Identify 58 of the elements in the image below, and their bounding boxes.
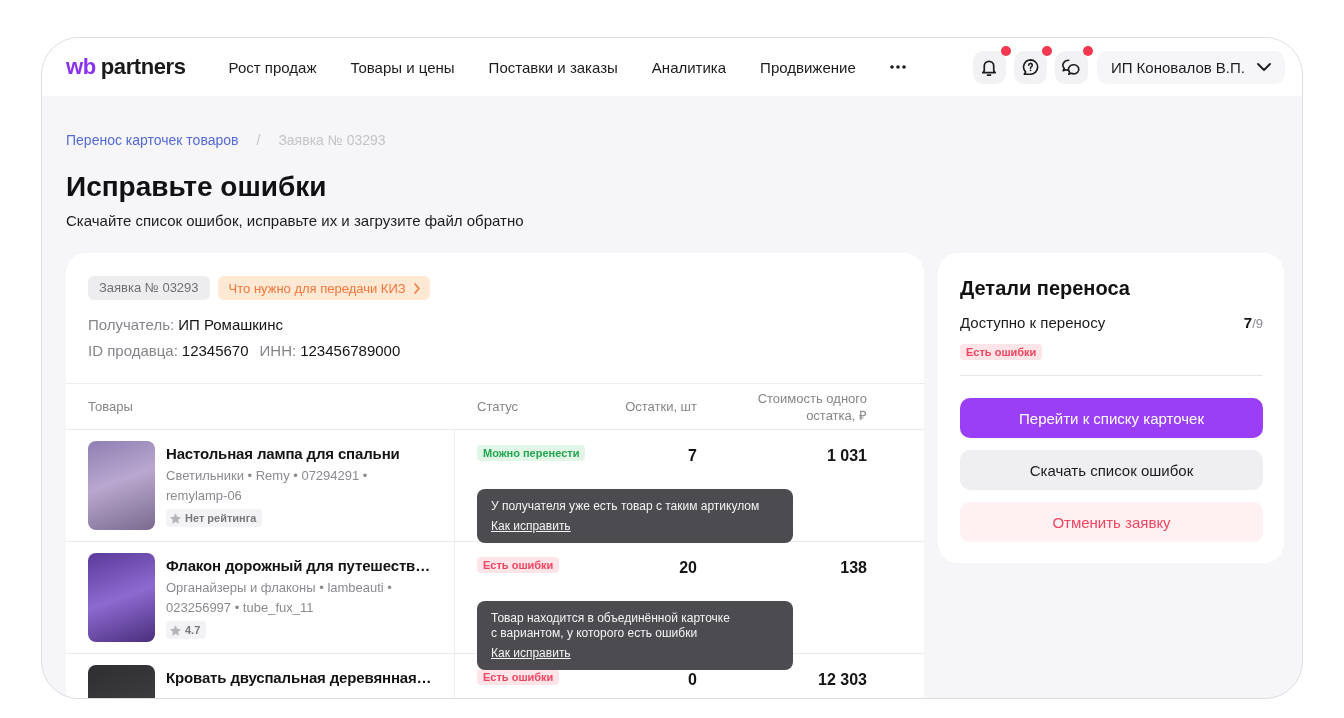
breadcrumb-separator: / xyxy=(256,131,261,150)
nav-link[interactable]: Поставки и заказы xyxy=(488,58,618,76)
available-count: 7/9 xyxy=(1243,313,1263,333)
product-title[interactable]: Настольная лампа для спальни xyxy=(166,444,400,464)
secondary-button[interactable]: Скачать список ошибок xyxy=(960,450,1263,490)
column-header: Остатки, шт xyxy=(625,398,697,415)
nav-link[interactable]: Аналитика xyxy=(651,58,727,76)
field-label: ИНН: xyxy=(259,341,297,361)
field-label: ID продавца: xyxy=(88,341,178,361)
product-meta: Светильники • Remy • 07294291 • remylamp-06 xyxy=(166,467,368,505)
notifications-button[interactable] xyxy=(972,50,1006,84)
star-icon xyxy=(170,512,181,524)
price-value: 138 xyxy=(840,559,867,576)
account-button[interactable]: ИП Коновалов В.П. xyxy=(1096,50,1285,84)
logo-link[interactable]: wb partners xyxy=(66,54,186,80)
tooltip-text: У получателя уже есть товар с таким артикулом xyxy=(491,499,760,514)
rating-text: Нет рейтинга xyxy=(185,512,257,524)
tooltip-text: Товар находится в объединённой карточке с вариантом, у которого есть ошибки xyxy=(491,611,730,641)
field-label: Получатель: xyxy=(88,315,175,335)
breadcrumb-link[interactable]: Перенос карточек товаров xyxy=(66,130,239,150)
bell-icon xyxy=(981,58,998,76)
stock-value: 0 xyxy=(688,671,697,688)
field-value: 12345670 xyxy=(181,341,249,361)
status-badge: Есть ошибки xyxy=(477,557,560,573)
question-bubble-icon xyxy=(1021,58,1039,76)
more-icon[interactable] xyxy=(889,65,906,69)
field-value: 123456789000 xyxy=(300,341,401,361)
column-header: Стоимость одного остатка, ₽ xyxy=(756,389,867,424)
available-label: Доступно к переносу xyxy=(960,313,1106,333)
stock-value: 20 xyxy=(679,559,697,576)
chevron-right-icon xyxy=(413,282,420,294)
fix-link[interactable]: Как исправить xyxy=(491,646,571,661)
request-number-tag: Заявка № 03293 xyxy=(88,276,210,300)
price-value: 12 303 xyxy=(818,671,867,688)
nav-link[interactable]: Рост продаж xyxy=(228,58,317,76)
chevron-down-icon xyxy=(1257,63,1271,71)
card-title: Детали переноса xyxy=(960,276,1131,301)
star-icon xyxy=(170,624,181,636)
stock-value: 7 xyxy=(688,447,697,464)
price-value: 1 031 xyxy=(826,447,867,464)
rating-text: 4.7 xyxy=(185,624,201,636)
chat-button[interactable] xyxy=(1054,50,1088,84)
support-button[interactable] xyxy=(1013,50,1047,84)
status-badge: Можно перенести xyxy=(477,445,586,461)
product-meta: Органайзеры и флаконы • lambeauti • 023256997 • tube_fux_11 xyxy=(166,579,392,617)
fix-link[interactable]: Как исправить xyxy=(491,519,571,534)
status-badge: Есть ошибки xyxy=(960,344,1043,360)
product-title[interactable]: Флакон дорожный для путешеств… xyxy=(166,556,430,576)
column-header: Статус xyxy=(477,398,519,415)
column-header: Товары xyxy=(88,398,133,415)
primary-button[interactable]: Перейти к списку карточек xyxy=(960,398,1263,438)
field-value: ИП Ромашкинс xyxy=(178,315,283,335)
nav-link[interactable]: Продвижение xyxy=(760,58,856,76)
product-title[interactable]: Кровать двуспальная деревянная… xyxy=(166,668,432,688)
nav-link[interactable]: Товары и цены xyxy=(350,58,455,76)
chat-bubbles-icon xyxy=(1062,58,1081,76)
page-subtitle: Скачайте список ошибок, исправьте их и загрузите файл обратно xyxy=(66,211,525,231)
page-title: Исправьте ошибки xyxy=(66,170,328,204)
